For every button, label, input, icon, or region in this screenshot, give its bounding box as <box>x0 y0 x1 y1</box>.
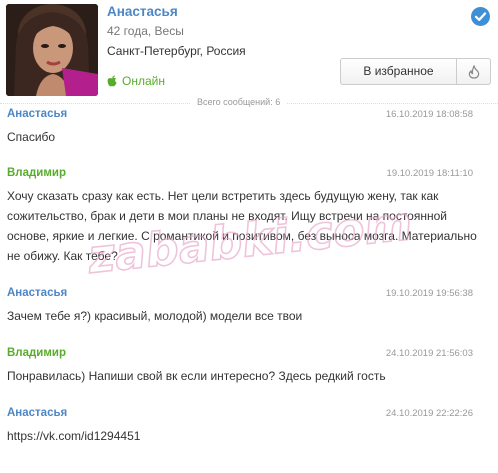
message-date: 19.10.2019 19:56:38 <box>385 288 473 299</box>
message-date: 16.10.2019 18:08:58 <box>385 109 473 120</box>
message-text: Зачем тебе я?) красивый, молодой) модели… <box>7 309 303 323</box>
message-text: Спасибо <box>7 130 56 144</box>
avatar[interactable] <box>6 4 98 96</box>
profile-location: Санкт-Петербург, Россия <box>107 44 246 58</box>
message-author[interactable]: Анастасья <box>7 108 67 120</box>
profile-name[interactable]: Анастасья <box>107 4 178 19</box>
profile-age-sign: 42 года, Весы <box>107 24 184 38</box>
message-date: 24.10.2019 22:22:26 <box>385 408 473 419</box>
message-date: 24.10.2019 21:56:03 <box>385 348 473 359</box>
online-status-label: Онлайн <box>122 74 165 88</box>
messages-total-divider: Всего сообщений: 6 <box>0 96 498 110</box>
online-status: Онлайн <box>107 74 165 88</box>
message-date: 19.10.2019 18:11:10 <box>386 168 473 179</box>
fire-icon <box>468 64 479 79</box>
apple-icon <box>107 75 117 87</box>
messages-total-label: Всего сообщений: 6 <box>191 97 287 107</box>
message-text[interactable]: https://vk.com/id1294451 <box>7 426 477 446</box>
check-circle-icon <box>471 7 490 26</box>
check-icon <box>474 12 487 21</box>
avatar-photo <box>6 4 98 96</box>
message-author[interactable]: Анастасья <box>7 287 67 299</box>
message-author[interactable]: Анастасья <box>7 407 67 419</box>
add-to-favorites-button[interactable]: В избранное <box>340 58 457 85</box>
message-author[interactable]: Владимир <box>7 167 66 179</box>
message-author[interactable]: Владимир <box>7 347 66 359</box>
hot-button[interactable] <box>456 58 491 85</box>
message-text: Понравилась) Напиши свой вк если интерес… <box>7 369 386 383</box>
profile-header: Анастасья 42 года, Весы Санкт-Петербург,… <box>0 0 498 102</box>
message-text: Хочу сказать сразу как есть. Нет цели вс… <box>7 189 477 263</box>
